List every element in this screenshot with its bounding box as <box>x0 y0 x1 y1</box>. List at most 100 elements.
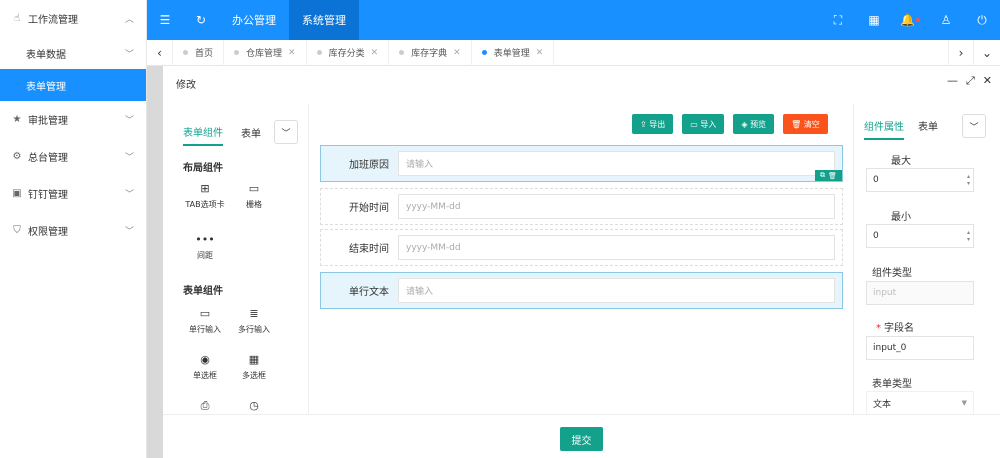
component-spacing[interactable]: ••• 间距 <box>180 232 230 261</box>
dialog-title: 修改 <box>176 80 196 91</box>
stepper-icon[interactable]: ▴ ▾ <box>967 173 970 187</box>
import-button[interactable]: ▭ 导入 <box>682 114 725 134</box>
printer-icon: ⎙ <box>200 399 210 412</box>
form-row[interactable]: 加班原因 请输入 ⧉ 🗑 <box>320 145 843 182</box>
power-icon[interactable]: ⏻ <box>964 0 1000 40</box>
chevron-down-icon: ﹀ <box>124 190 134 200</box>
sidebar-group-dingtalk[interactable]: ▣ 钉钉管理 ﹀ <box>0 175 146 212</box>
export-icon: ⇪ <box>640 119 650 129</box>
qrcode-icon[interactable]: ▦ <box>856 0 892 40</box>
tab-stock-category[interactable]: 库存分类 ✕ <box>307 39 390 66</box>
user-icon[interactable]: ♙ <box>928 0 964 40</box>
component-textarea[interactable]: ≣ 多行输入 <box>229 306 279 335</box>
menu-toggle-icon[interactable]: ☰ <box>147 0 183 40</box>
component-panel: 表单组件 表单 ﹀ 布局组件 ⊞ TAB选项卡 ▭ 栅格 ••• 间距 表单组件 ▭ 单… <box>163 104 309 414</box>
tab-form-manage[interactable]: 表单管理 ✕ <box>472 39 555 66</box>
close-icon[interactable]: ✕ <box>983 74 992 88</box>
calendar-icon: ▣ <box>12 188 22 199</box>
close-icon[interactable]: ✕ <box>371 48 379 58</box>
close-icon[interactable]: ✕ <box>288 48 296 58</box>
copy-icon[interactable]: ⧉ <box>820 171 825 180</box>
delete-icon[interactable]: 🗑 <box>828 172 837 180</box>
chevron-up-icon: ︿ <box>124 15 134 25</box>
sidebar-group-workflow[interactable]: ☝ 工作流管理 ︿ <box>0 0 146 37</box>
content-background <box>147 66 163 458</box>
tab-warehouse[interactable]: 仓库管理 ✕ <box>224 39 307 66</box>
caret-down-icon: ▼ <box>961 399 967 407</box>
form-row[interactable]: 开始时间 yyyy-MM-dd <box>320 188 843 225</box>
minimize-icon[interactable]: — <box>947 74 958 88</box>
radio-icon: ◉ <box>200 353 210 366</box>
component-grid[interactable]: ▭ 栅格 <box>229 181 279 210</box>
field-name-input[interactable]: input_0 <box>866 336 974 360</box>
trash-icon: 🗑 <box>791 119 804 129</box>
textarea-icon: ≣ <box>249 307 259 320</box>
field-input[interactable]: 请输入 <box>398 278 835 303</box>
component-type-input: input <box>866 281 974 305</box>
component-type-label: 组件类型 <box>872 268 912 279</box>
grid-icon: ▭ <box>248 182 260 195</box>
nav-office[interactable]: 办公管理 <box>219 0 289 40</box>
max-input[interactable]: 0 ▴ ▾ <box>866 168 974 192</box>
form-row[interactable]: 单行文本 请输入 <box>320 272 843 309</box>
bell-icon[interactable]: 🔔 <box>892 0 928 40</box>
component-checkbox[interactable]: ▦ 多选框 <box>229 352 279 381</box>
close-icon[interactable]: ✕ <box>536 48 544 58</box>
sidebar: ☝ 工作流管理 ︿ 表单数据 ﹀ 表单管理 ★ 审批管理 ﹀ ⚙ 总台管理 ﹀ … <box>0 0 147 458</box>
form-section-title: 表单组件 <box>183 286 223 297</box>
tab-form[interactable]: 表单 <box>241 125 261 145</box>
tab-menu-chevron-icon[interactable]: ⌄ <box>974 40 1000 66</box>
row-tools: ⧉ 🗑 <box>815 170 842 181</box>
tab-scroll-right-icon[interactable]: › <box>948 39 974 66</box>
form-type-select[interactable]: 文本 ▼ <box>866 391 974 415</box>
form-row[interactable]: 结束时间 yyyy-MM-dd <box>320 229 843 266</box>
hand-icon: ☝ <box>13 13 21 24</box>
input-icon: ▭ <box>199 307 211 320</box>
field-label: 开始时间 <box>349 203 389 214</box>
tab-bar: ‹ 首页 仓库管理 ✕ 库存分类 ✕ 库存字典 ✕ 表单管理 ✕ › ⌄ <box>147 39 1000 66</box>
sidebar-group-approval[interactable]: ★ 审批管理 ﹀ <box>0 101 146 138</box>
tab-scroll-left-icon[interactable]: ‹ <box>147 39 173 66</box>
tab-home[interactable]: 首页 <box>173 39 225 66</box>
sidebar-item-form-manage[interactable]: 表单管理 <box>0 69 146 101</box>
component-radio[interactable]: ◉ 单选框 <box>180 352 230 381</box>
chevron-down-icon[interactable]: ﹀ <box>962 114 986 138</box>
field-input[interactable]: yyyy-MM-dd <box>398 194 835 219</box>
field-input[interactable]: yyyy-MM-dd <box>398 235 835 260</box>
shield-icon: ⛉ <box>13 225 21 236</box>
tab-card-icon: ⊞ <box>200 182 210 195</box>
layout-section-title: 布局组件 <box>183 163 223 174</box>
sidebar-group-permission[interactable]: ⛉ 权限管理 ﹀ <box>0 212 146 249</box>
maximize-icon[interactable]: ⤢ <box>966 74 975 88</box>
preview-button[interactable]: ◈ 预览 <box>733 114 775 134</box>
sidebar-group-desk[interactable]: ⚙ 总台管理 ﹀ <box>0 138 146 175</box>
chevron-down-icon: ﹀ <box>124 153 134 163</box>
close-icon[interactable]: ✕ <box>453 48 461 58</box>
chevron-down-icon[interactable]: ﹀ <box>274 120 298 144</box>
export-button[interactable]: ⇪ 导出 <box>632 114 674 134</box>
stepper-icon[interactable]: ▴ ▾ <box>967 229 970 243</box>
chevron-down-icon: ﹀ <box>124 49 134 60</box>
field-input[interactable]: 请输入 <box>398 151 835 176</box>
min-input[interactable]: 0 ▴ ▾ <box>866 224 974 248</box>
star-icon: ★ <box>12 114 22 125</box>
field-name-label: * 字段名 <box>876 323 914 334</box>
top-header: ☰ ↻ 办公管理 系统管理 ⛶ ▦ 🔔 ♙ ⏻ <box>147 0 1000 40</box>
component-tab[interactable]: ⊞ TAB选项卡 <box>180 181 230 210</box>
import-icon: ▭ <box>690 119 701 129</box>
sidebar-item-form-data[interactable]: 表单数据 ﹀ <box>0 37 146 69</box>
chevron-down-icon: ﹀ <box>124 116 134 126</box>
fullscreen-icon[interactable]: ⛶ <box>820 0 856 40</box>
refresh-icon[interactable]: ↻ <box>183 0 219 40</box>
submit-button[interactable]: 提交 <box>560 427 603 451</box>
dots-icon: ••• <box>195 233 215 246</box>
nav-system[interactable]: 系统管理 <box>289 0 359 40</box>
tab-component-props[interactable]: 组件属性 <box>864 118 904 140</box>
tab-form-props[interactable]: 表单 <box>918 118 938 140</box>
tab-stock-dict[interactable]: 库存字典 ✕ <box>389 39 472 66</box>
field-label: 单行文本 <box>349 287 389 298</box>
form-toolbar: ⇪ 导出 ▭ 导入 ◈ 预览 🗑 清空 <box>632 114 828 134</box>
component-single-input[interactable]: ▭ 单行输入 <box>180 306 230 335</box>
tab-form-components[interactable]: 表单组件 <box>183 124 223 146</box>
clear-button[interactable]: 🗑 清空 <box>783 114 828 134</box>
